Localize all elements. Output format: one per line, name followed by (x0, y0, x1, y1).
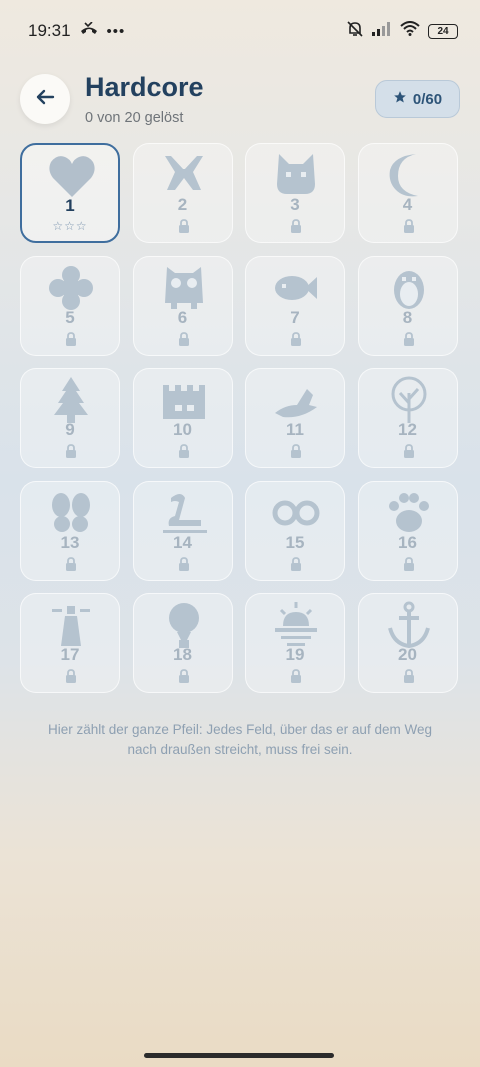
back-button[interactable] (20, 74, 70, 124)
fish-icon (271, 263, 321, 313)
level-tile-10[interactable]: 10 (132, 368, 233, 468)
sunset-icon (271, 600, 321, 650)
missed-call-icon (79, 21, 99, 41)
owl-icon (159, 263, 209, 313)
stars-badge[interactable]: 0/60 (375, 80, 460, 118)
level-number: 3 (290, 195, 300, 214)
level-number: 2 (177, 195, 188, 214)
lock-icon (290, 331, 302, 346)
paw-print-icon (384, 488, 434, 538)
level-tile-12[interactable]: 12 (357, 368, 458, 468)
level-tile-4[interactable]: 4 (357, 143, 458, 243)
lock-icon (178, 331, 190, 346)
lock-icon (290, 669, 302, 683)
status-time: 19:31 (28, 21, 71, 40)
level-number: 8 (402, 307, 413, 327)
level-number: 20 (398, 645, 417, 664)
stars-count: 0/60 (412, 90, 443, 108)
level-tile-5[interactable]: 5 (20, 255, 120, 356)
penguin-icon (384, 263, 434, 313)
pine-tree-icon (46, 375, 96, 425)
more-dots-icon: ••• (106, 22, 126, 40)
lock-icon (178, 556, 190, 571)
level-tile-2[interactable]: 2 (132, 143, 233, 243)
level-number: 7 (290, 307, 300, 327)
level-number: 16 (398, 532, 417, 552)
star-icon (393, 90, 407, 108)
bird-icon (271, 375, 321, 425)
level-number: 18 (173, 645, 192, 664)
signal-icon (372, 21, 392, 41)
level-number: 19 (285, 645, 305, 664)
level-tile-11[interactable]: 11 (245, 368, 345, 468)
lock-icon (290, 219, 302, 233)
level-number: 5 (65, 307, 75, 327)
lock-icon (178, 444, 190, 458)
page-title: Hardcore (85, 72, 204, 102)
level-tile-15[interactable]: 15 (245, 480, 345, 581)
swan-icon (159, 488, 209, 538)
battery-icon: 24 (428, 23, 458, 39)
home-indicator[interactable] (144, 1053, 334, 1058)
level-tile-1[interactable]: 1 ☆☆☆ (20, 143, 120, 243)
crescent-moon-icon (384, 150, 434, 200)
butterfly-icon (46, 488, 96, 538)
lock-icon (403, 331, 415, 346)
heart-icon (47, 151, 97, 201)
infinity-icon (271, 488, 321, 538)
lock-icon (403, 556, 415, 571)
wifi-icon (400, 21, 420, 41)
lock-icon (290, 444, 302, 458)
level-tile-8[interactable]: 8 (357, 255, 458, 356)
level-number: 4 (402, 195, 413, 214)
anchor-icon (384, 600, 434, 650)
hot-air-balloon-icon (159, 600, 209, 650)
lock-icon (178, 669, 190, 683)
solved-count: 0 von 20 gelöst (85, 110, 184, 126)
level-tile-3[interactable]: 3 (245, 143, 345, 243)
mute-bell-icon (346, 20, 364, 43)
lock-icon (65, 556, 77, 571)
lock-icon (403, 669, 415, 683)
lock-icon (178, 219, 190, 233)
lock-icon (65, 331, 77, 346)
level-number: 13 (60, 532, 80, 552)
level-tile-13[interactable]: 13 (20, 480, 120, 581)
cat-face-icon (271, 150, 321, 200)
level-number: 15 (285, 532, 305, 552)
level-tile-17[interactable]: 17 (20, 593, 120, 693)
castle-icon (159, 375, 209, 425)
level-tile-7[interactable]: 7 (245, 255, 345, 356)
hint-text: Hier zählt der ganze Pfeil: Jedes Feld, … (48, 722, 432, 757)
level-stars: ☆☆☆ (52, 219, 88, 233)
lock-icon (65, 444, 77, 458)
level-tile-20[interactable]: 20 (357, 593, 458, 693)
level-tile-18[interactable]: 18 (132, 593, 233, 693)
level-tile-6[interactable]: 6 (132, 255, 233, 356)
level-number: 1 (65, 196, 75, 215)
level-number: 6 (177, 307, 188, 327)
lock-icon (403, 444, 415, 458)
header: Hardcore 0 von 20 gelöst 0/60 (0, 72, 480, 128)
flower-icon (46, 263, 96, 313)
level-number: 9 (65, 420, 75, 439)
level-tile-9[interactable]: 9 (20, 368, 120, 468)
lock-icon (290, 556, 302, 571)
level-number: 10 (173, 420, 192, 439)
status-bar: 19:31 ••• 24 (0, 0, 480, 62)
lock-icon (403, 219, 415, 233)
bow-tie-icon (159, 150, 209, 200)
round-tree-icon (384, 375, 434, 425)
battery-level: 24 (437, 25, 449, 37)
level-tile-14[interactable]: 14 (132, 480, 233, 581)
level-number: 17 (60, 645, 80, 664)
lock-icon (65, 669, 77, 683)
back-arrow-icon (34, 86, 56, 113)
level-number: 12 (398, 420, 417, 439)
level-number: 11 (286, 420, 304, 439)
level-tile-19[interactable]: 19 (245, 593, 345, 693)
lighthouse-icon (46, 600, 96, 650)
level-number: 14 (173, 532, 192, 552)
level-tile-16[interactable]: 16 (357, 480, 458, 581)
